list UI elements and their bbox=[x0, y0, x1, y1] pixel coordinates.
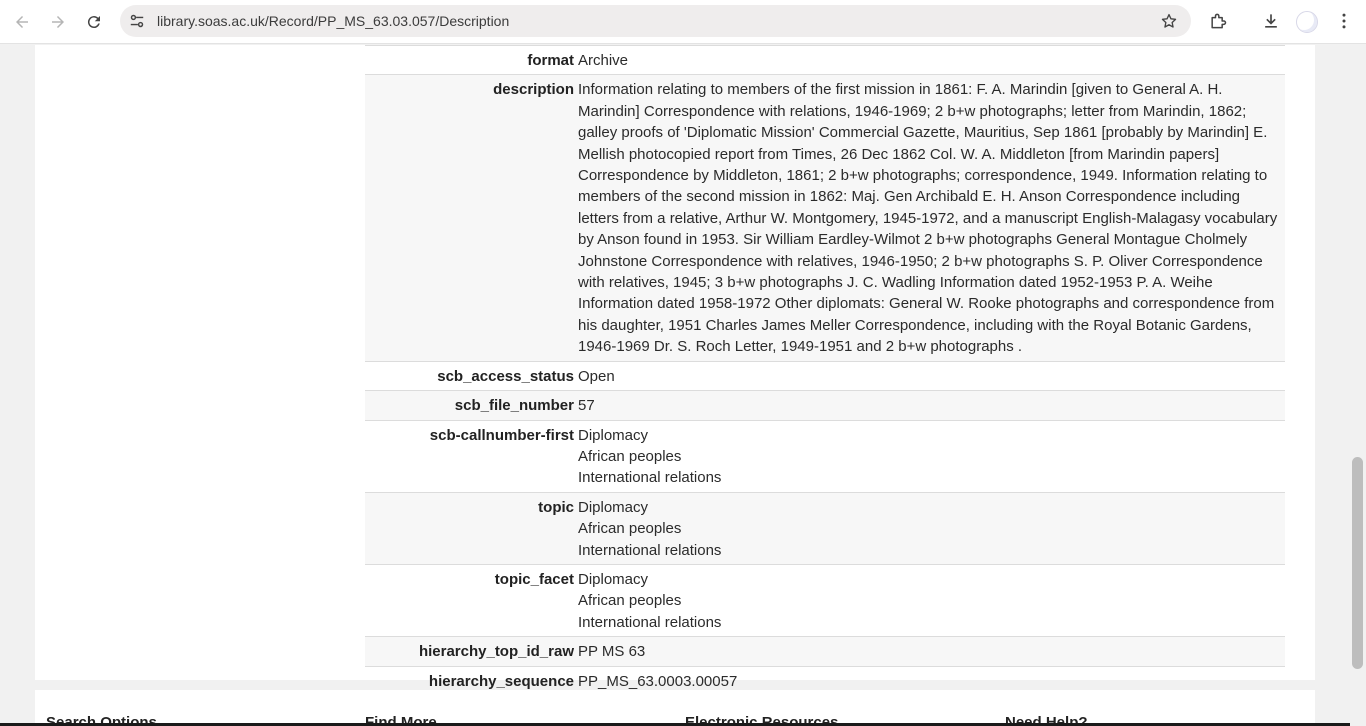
table-row-topic-facet: topic_facet Diplomacy African peoples In… bbox=[365, 564, 1285, 636]
reload-icon[interactable] bbox=[82, 10, 106, 34]
list-item: Diplomacy bbox=[578, 498, 649, 516]
table-row-description: description Information relating to memb… bbox=[365, 74, 1285, 362]
browser-toolbar: library.soas.ac.uk/Record/PP_MS_63.03.05… bbox=[0, 0, 1366, 44]
field-value: 57 bbox=[578, 397, 595, 415]
scrollbar-thumb[interactable] bbox=[1352, 457, 1363, 669]
record-panel: format Archive description Information r… bbox=[35, 45, 1315, 690]
list-item: Diplomacy bbox=[578, 426, 649, 444]
table-row-callnumber-first: scb-callnumber-first Diplomacy African p… bbox=[365, 420, 1285, 492]
field-value-list: Diplomacy African peoples International … bbox=[578, 564, 1285, 636]
list-item: African peoples bbox=[578, 447, 682, 465]
record-description-table: format Archive description Information r… bbox=[365, 45, 1285, 695]
field-label: description bbox=[493, 81, 574, 99]
page-viewport: format Archive description Information r… bbox=[0, 45, 1350, 726]
list-item: Diplomacy bbox=[578, 570, 649, 588]
extensions-icon[interactable] bbox=[1207, 10, 1229, 32]
field-label: hierarchy_top_id_raw bbox=[418, 643, 574, 661]
site-info-icon[interactable] bbox=[128, 12, 146, 30]
field-value: Archive bbox=[578, 52, 629, 69]
list-item: African peoples bbox=[578, 592, 682, 610]
bookmark-star-icon[interactable] bbox=[1160, 12, 1178, 30]
field-label: scb_access_status bbox=[437, 367, 574, 385]
list-item: International relations bbox=[578, 613, 722, 631]
back-arrow-icon[interactable] bbox=[10, 10, 34, 34]
field-label: topic bbox=[538, 498, 574, 516]
download-icon[interactable] bbox=[1260, 10, 1282, 32]
vertical-scrollbar[interactable] bbox=[1350, 45, 1366, 726]
url-text[interactable]: library.soas.ac.uk/Record/PP_MS_63.03.05… bbox=[157, 5, 509, 37]
field-value-list: Diplomacy African peoples International … bbox=[578, 420, 1285, 492]
field-label: scb_file_number bbox=[454, 397, 574, 415]
field-value-list: Diplomacy African peoples International … bbox=[578, 492, 1285, 564]
list-item: African peoples bbox=[578, 520, 682, 538]
field-value: Information relating to members of the f… bbox=[578, 81, 1278, 356]
site-footer: Search Options Find More Electronic Reso… bbox=[35, 690, 1315, 726]
field-label: scb-callnumber-first bbox=[429, 426, 574, 444]
field-label: topic_facet bbox=[494, 570, 574, 588]
field-label: format bbox=[527, 52, 574, 69]
table-row-format: format Archive bbox=[365, 45, 1285, 75]
profile-avatar[interactable] bbox=[1296, 11, 1318, 33]
address-bar[interactable]: library.soas.ac.uk/Record/PP_MS_63.03.05… bbox=[120, 5, 1191, 37]
table-row-file-number: scb_file_number 57 bbox=[365, 390, 1285, 420]
forward-arrow-icon[interactable] bbox=[46, 10, 70, 34]
field-value: Open bbox=[578, 367, 615, 385]
list-item: International relations bbox=[578, 469, 722, 487]
table-row-topic: topic Diplomacy African peoples Internat… bbox=[365, 492, 1285, 565]
list-item: International relations bbox=[578, 541, 722, 559]
kebab-menu-icon[interactable] bbox=[1333, 10, 1355, 32]
field-value: PP MS 63 bbox=[578, 643, 646, 661]
table-row-hierarchy-top-id: hierarchy_top_id_raw PP MS 63 bbox=[365, 636, 1285, 667]
table-row-access-status: scb_access_status Open bbox=[365, 361, 1285, 390]
